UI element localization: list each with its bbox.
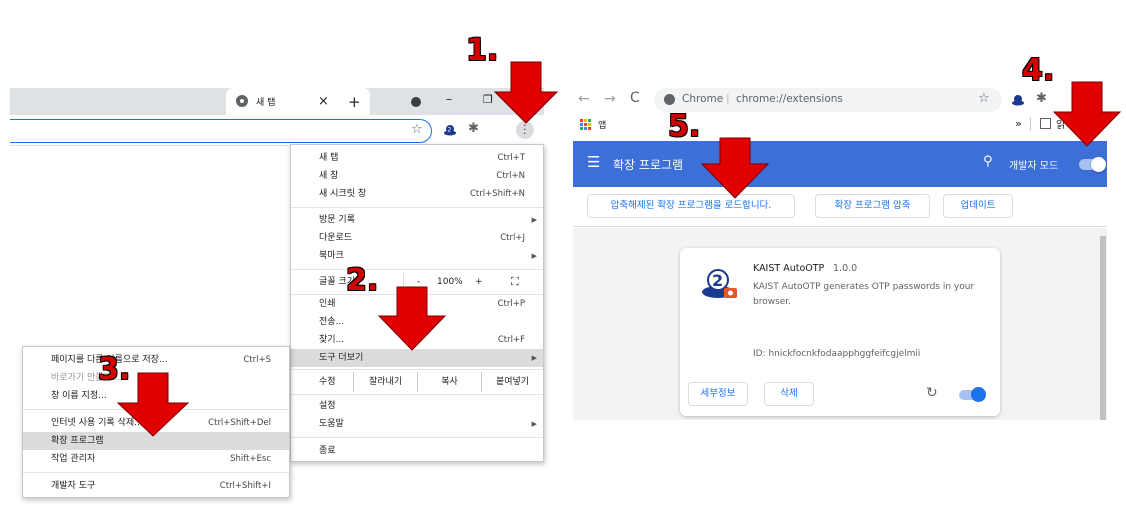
step-3-label: 3. xyxy=(98,352,131,387)
step-5-label: 5. xyxy=(668,109,701,144)
step-4-label: 4. xyxy=(1022,53,1055,88)
step-4-arrow xyxy=(1052,81,1122,147)
step-5-arrow xyxy=(700,137,770,199)
step-2-arrow xyxy=(377,286,447,351)
annotation-layer xyxy=(116,61,1122,437)
step-1-arrow xyxy=(493,61,559,124)
step-1-label: 1. xyxy=(466,33,499,68)
step-2-label: 2. xyxy=(346,263,379,298)
